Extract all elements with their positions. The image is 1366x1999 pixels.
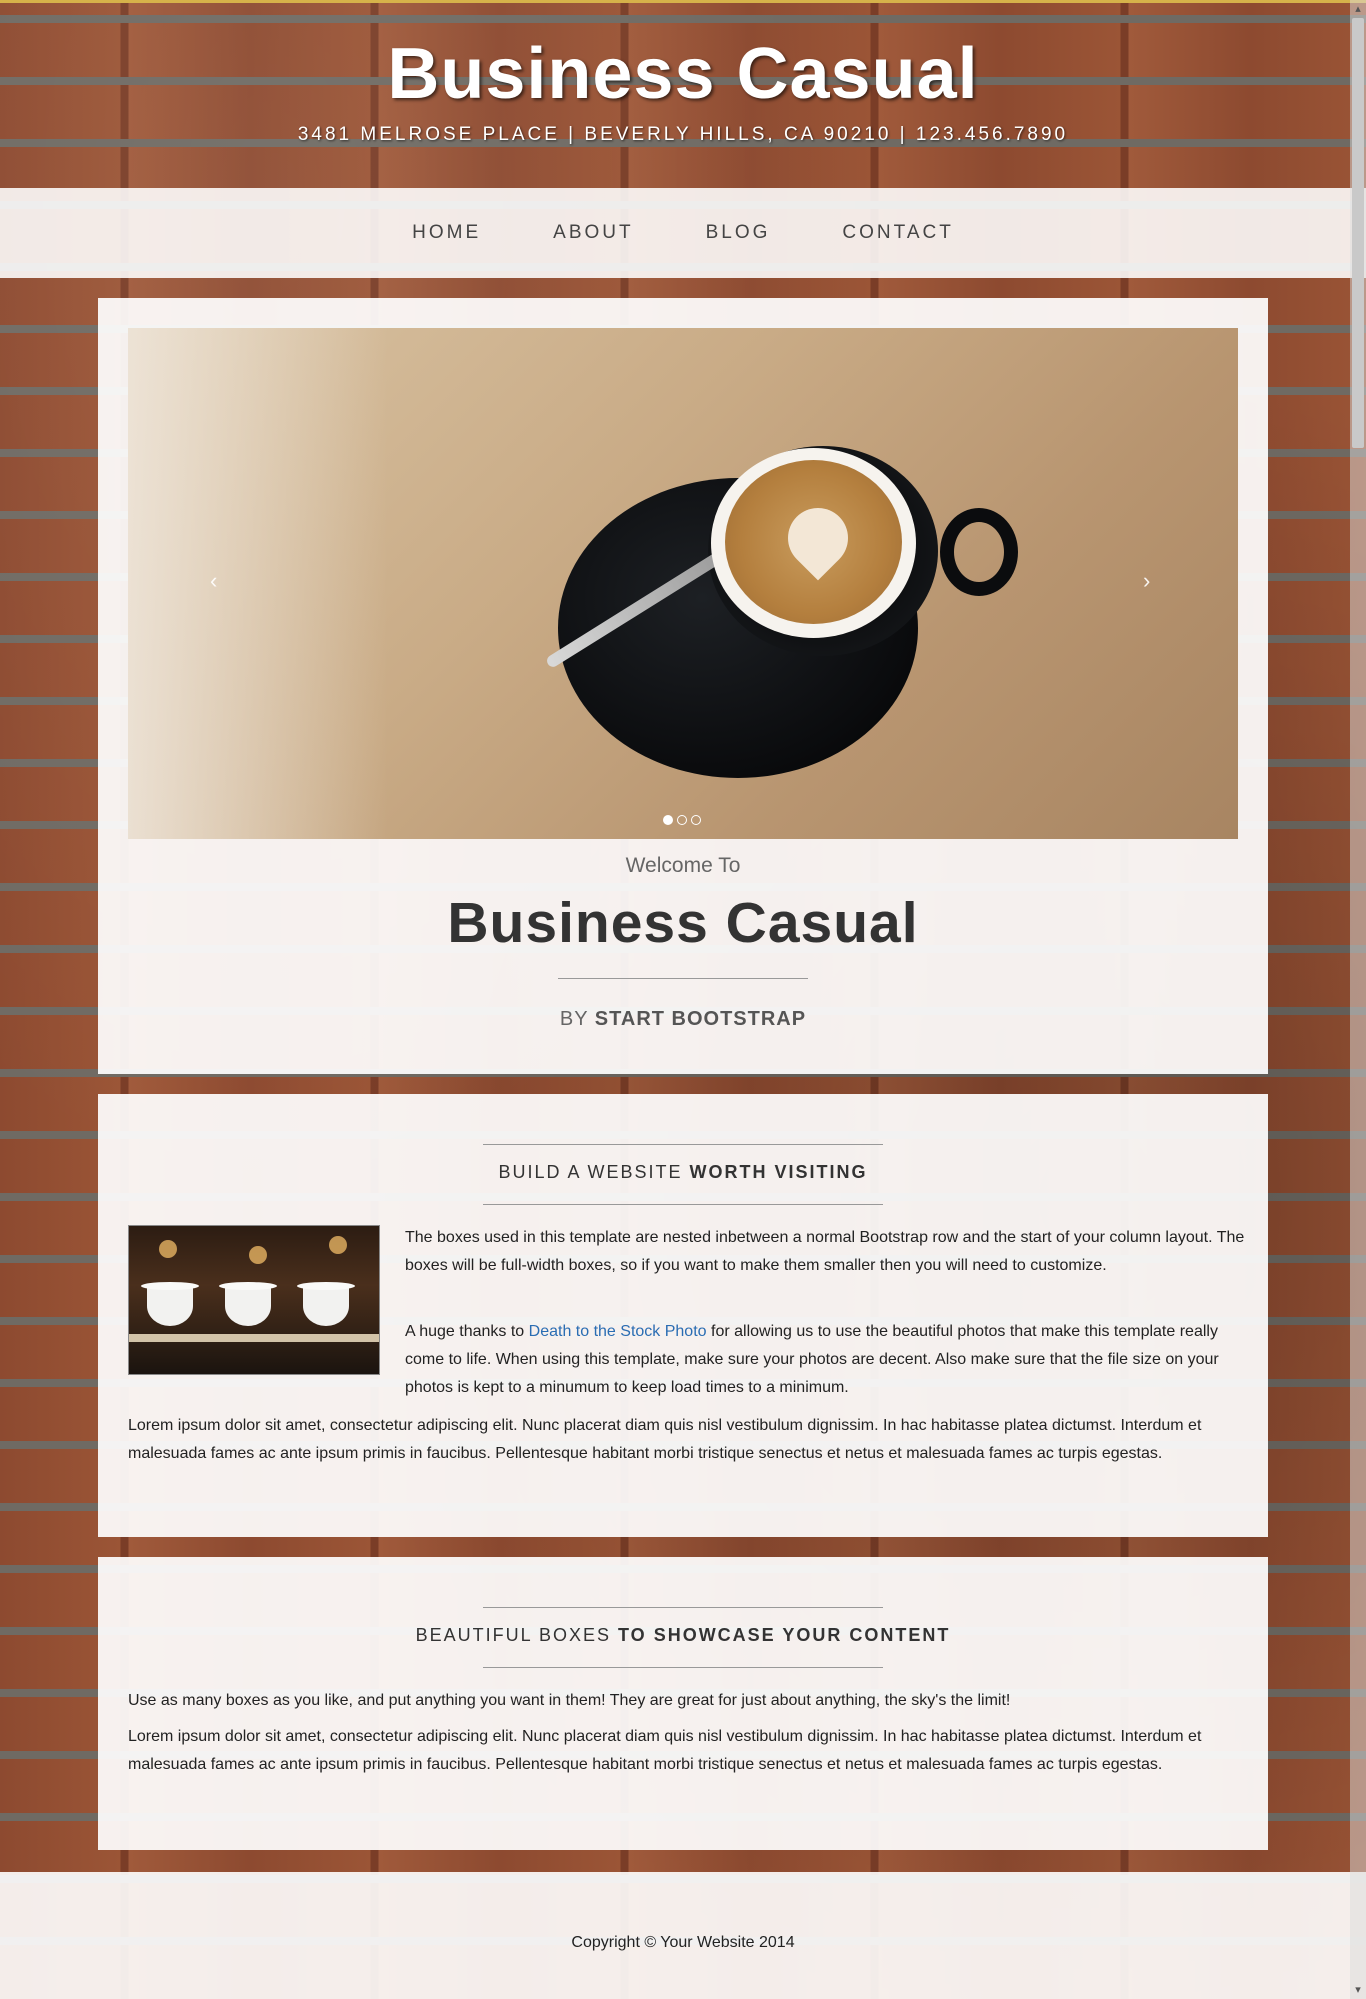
nav-item-home[interactable]: HOME — [376, 222, 517, 244]
carousel-indicator-2[interactable] — [677, 815, 687, 825]
scroll-down-icon[interactable]: ▾ — [1352, 1983, 1364, 1997]
carousel-indicators — [663, 815, 701, 825]
carousel-next-icon[interactable]: › — [1143, 568, 1150, 594]
section-title-2: BEAUTIFUL BOXES TO SHOWCASE YOUR CONTENT — [98, 1625, 1268, 1646]
section1-paragraph-3: Lorem ipsum dolor sit amet, consectetur … — [128, 1417, 1202, 1462]
intro-box: ‹ › Welcome To Business Casual BY START … — [98, 298, 1268, 1074]
filter-cone — [219, 1282, 277, 1326]
nav-item-blog[interactable]: BLOG — [670, 222, 807, 244]
copyright-text: Copyright © Your Website 2014 — [571, 1934, 795, 1951]
nav-item-about[interactable]: ABOUT — [517, 222, 669, 244]
section-rule-bottom — [483, 1204, 883, 1205]
cup-handle-shape — [940, 508, 1018, 596]
site-header: Business Casual 3481 MELROSE PLACE | BEV… — [0, 3, 1366, 188]
content-box-2: BEAUTIFUL BOXES TO SHOWCASE YOUR CONTENT… — [98, 1557, 1268, 1850]
coffee-filters-image — [128, 1225, 380, 1375]
section2-paragraph-2: Lorem ipsum dolor sit amet, consectetur … — [128, 1728, 1202, 1773]
section-title-1: BUILD A WEBSITE WORTH VISITING — [98, 1162, 1268, 1183]
section-title-2-light: BEAUTIFUL BOXES — [415, 1625, 619, 1645]
address-bar: 3481 MELROSE PLACE | BEVERLY HILLS, CA 9… — [297, 124, 1069, 145]
carousel-image-blur — [128, 328, 388, 839]
content-box-1: BUILD A WEBSITE WORTH VISITING The boxes… — [98, 1094, 1268, 1537]
scrollbar-thumb[interactable] — [1352, 18, 1364, 448]
section-rule-top — [483, 1144, 883, 1145]
brand-title: Business Casual — [387, 34, 979, 114]
section1-paragraph-2: A huge thanks to Death to the Stock Phot… — [405, 1318, 1245, 1402]
carousel-indicator-1[interactable] — [663, 815, 673, 825]
intro-title: Business Casual — [447, 891, 919, 955]
section-title-1-light: BUILD A WEBSITE — [498, 1162, 690, 1182]
scroll-up-icon[interactable]: ▴ — [1352, 2, 1364, 16]
counter-bar — [129, 1334, 379, 1342]
bokeh-light — [249, 1246, 267, 1264]
image-carousel[interactable]: ‹ › — [128, 328, 1238, 839]
section-title-1-bold: WORTH VISITING — [689, 1162, 868, 1182]
byline-author: START BOOTSTRAP — [594, 1008, 807, 1030]
filter-cone — [297, 1282, 355, 1326]
section1-paragraph-1: The boxes used in this template are nest… — [405, 1229, 1245, 1274]
carousel-prev-icon[interactable]: ‹ — [210, 568, 217, 594]
section-title-2-bold: TO SHOWCASE YOUR CONTENT — [618, 1625, 951, 1645]
section2-paragraph-1: Use as many boxes as you like, and put a… — [128, 1692, 1011, 1709]
byline: BY START BOOTSTRAP — [98, 1008, 1268, 1031]
filter-cone — [141, 1282, 199, 1326]
welcome-text: Welcome To — [625, 854, 741, 877]
page-scrollbar[interactable]: ▴ ▾ — [1350, 0, 1366, 1999]
stock-photo-link[interactable]: Death to the Stock Photo — [529, 1323, 707, 1340]
section-rule-top — [483, 1607, 883, 1608]
navbar: HOME ABOUT BLOG CONTACT — [0, 188, 1366, 278]
byline-prefix: BY — [559, 1008, 589, 1030]
nav-item-contact[interactable]: CONTACT — [806, 222, 989, 244]
bokeh-light — [159, 1240, 177, 1258]
site-footer: Copyright © Your Website 2014 — [0, 1872, 1366, 1999]
bokeh-light — [329, 1236, 347, 1254]
para2-before: A huge thanks to — [405, 1323, 529, 1340]
carousel-indicator-3[interactable] — [691, 815, 701, 825]
nav-list: HOME ABOUT BLOG CONTACT — [0, 188, 1366, 278]
section-rule-bottom — [483, 1667, 883, 1668]
intro-divider — [558, 978, 808, 979]
